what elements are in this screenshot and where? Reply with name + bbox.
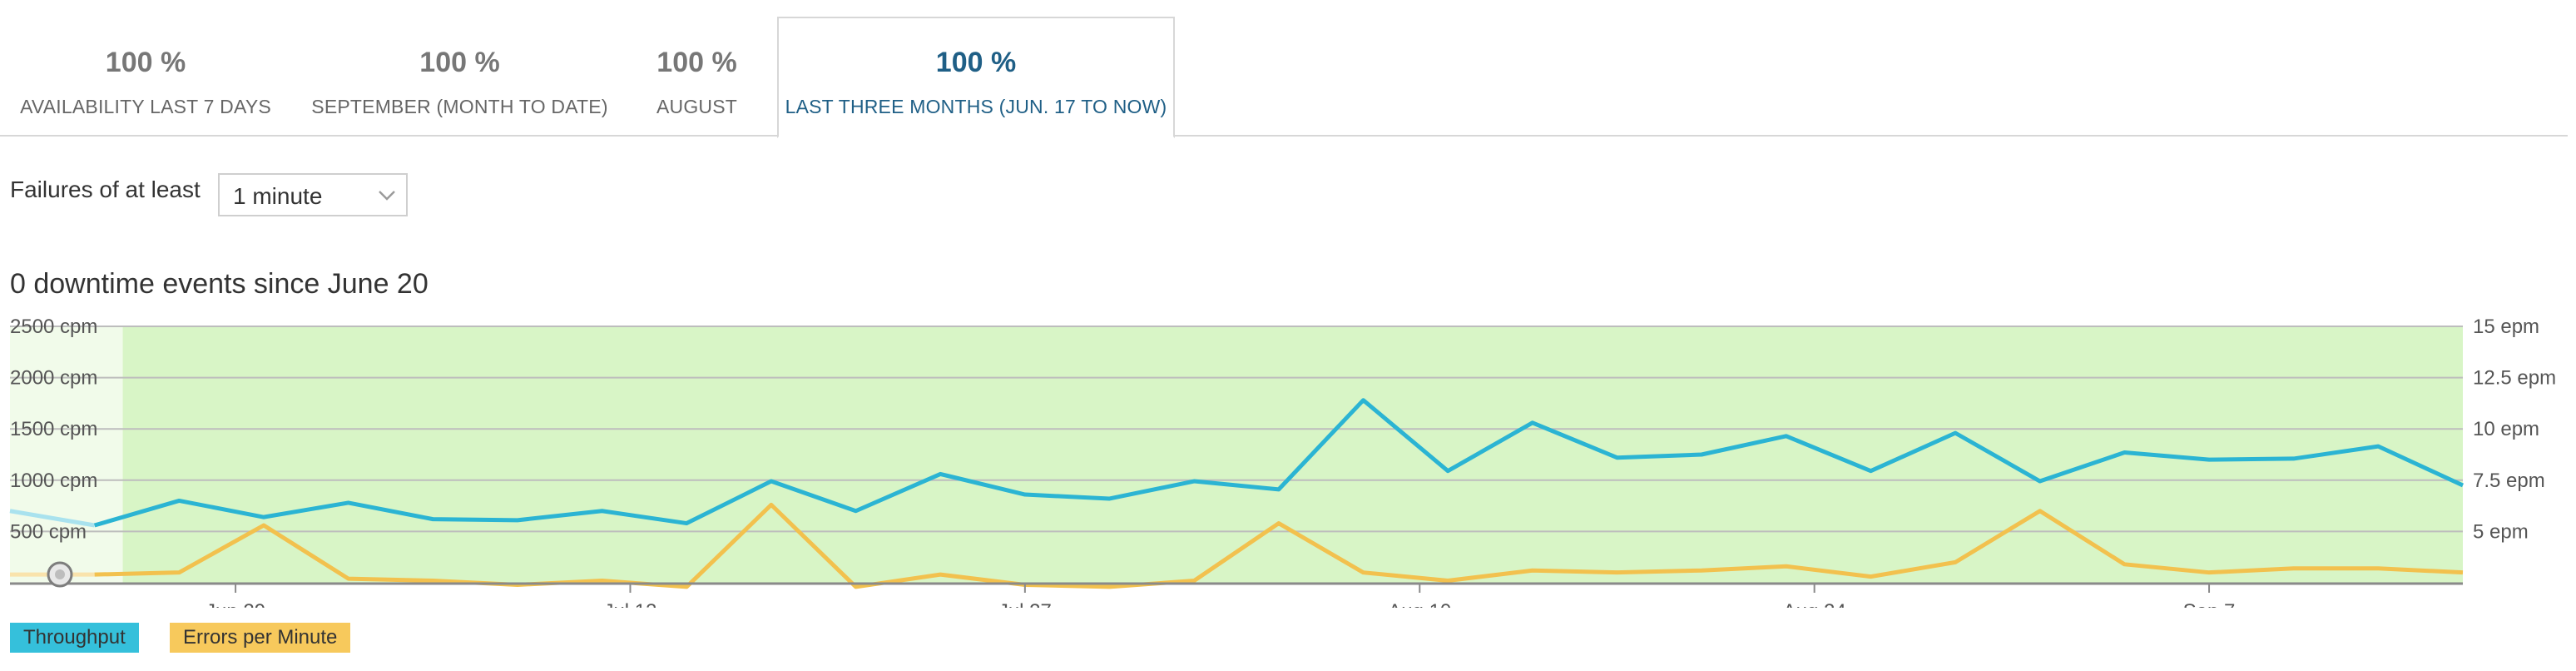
chevron-down-icon xyxy=(379,191,395,201)
availability-tabs: 100 % AVAILABILITY LAST 7 DAYS 100 % SEP… xyxy=(0,17,2576,138)
x-axis-tick-label: Jun 29 xyxy=(206,600,265,608)
tab-label: SEPTEMBER (MONTH TO DATE) xyxy=(311,96,608,117)
left-axis-tick-label: 2500 cpm xyxy=(10,316,97,338)
range-handle[interactable] xyxy=(47,561,73,588)
tab-percent: 100 % xyxy=(935,47,1017,78)
plot-background-shaded xyxy=(122,326,2463,583)
failures-duration-select[interactable]: 1 minute xyxy=(218,173,408,216)
x-axis-tick-label: Aug 10 xyxy=(1388,600,1451,608)
left-axis-tick-label: 2000 cpm xyxy=(10,367,97,390)
x-axis-tick-label: Jul 27 xyxy=(998,600,1052,608)
failures-filter-label: Failures of at least xyxy=(10,176,201,202)
right-axis-tick-label: 10 epm xyxy=(2473,418,2539,440)
right-axis-tick-label: 5 epm xyxy=(2473,520,2529,543)
downtime-events-heading: 0 downtime events since June 20 xyxy=(10,268,429,300)
range-handle-dot xyxy=(55,569,65,579)
x-axis-tick-label: Jul 13 xyxy=(603,600,656,608)
right-axis-tick-label: 12.5 epm xyxy=(2473,367,2556,390)
left-axis-tick-label: 1500 cpm xyxy=(10,418,97,440)
tab-availability-last-7-days[interactable]: 100 % AVAILABILITY LAST 7 DAYS xyxy=(0,17,291,137)
tab-label: AVAILABILITY LAST 7 DAYS xyxy=(20,96,271,117)
tab-label: LAST THREE MONTHS (JUN. 17 TO NOW) xyxy=(785,96,1167,117)
select-value: 1 minute xyxy=(233,183,323,209)
left-axis-tick-label: 1000 cpm xyxy=(10,470,97,492)
axes-layer xyxy=(10,582,2463,593)
legend-errors-per-minute[interactable]: Errors per Minute xyxy=(170,623,351,653)
tab-percent: 100 % xyxy=(105,47,186,78)
tab-percent: 100 % xyxy=(419,47,500,78)
tab-last-three-months[interactable]: 100 % LAST THREE MONTHS (JUN. 17 TO NOW) xyxy=(777,17,1175,138)
tab-september-month-to-date[interactable]: 100 % SEPTEMBER (MONTH TO DATE) xyxy=(300,17,620,137)
throughput-errors-chart: 500 cpm 1000 cpm 1500 cpm 2000 cpm 2500 cpm 5… xyxy=(9,316,2556,608)
tab-label: AUGUST xyxy=(656,96,738,117)
left-axis-tick-label: 500 cpm xyxy=(10,520,87,543)
tab-august[interactable]: 100 % AUGUST xyxy=(632,17,761,137)
right-axis-tick-label: 7.5 epm xyxy=(2473,470,2545,492)
x-axis-tick-label: Aug 24 xyxy=(1783,600,1846,608)
legend-throughput[interactable]: Throughput xyxy=(10,623,139,653)
right-axis-tick-label: 15 epm xyxy=(2473,316,2539,338)
tab-percent: 100 % xyxy=(656,47,737,78)
x-axis-tick-label: Sep 7 xyxy=(2183,600,2236,608)
